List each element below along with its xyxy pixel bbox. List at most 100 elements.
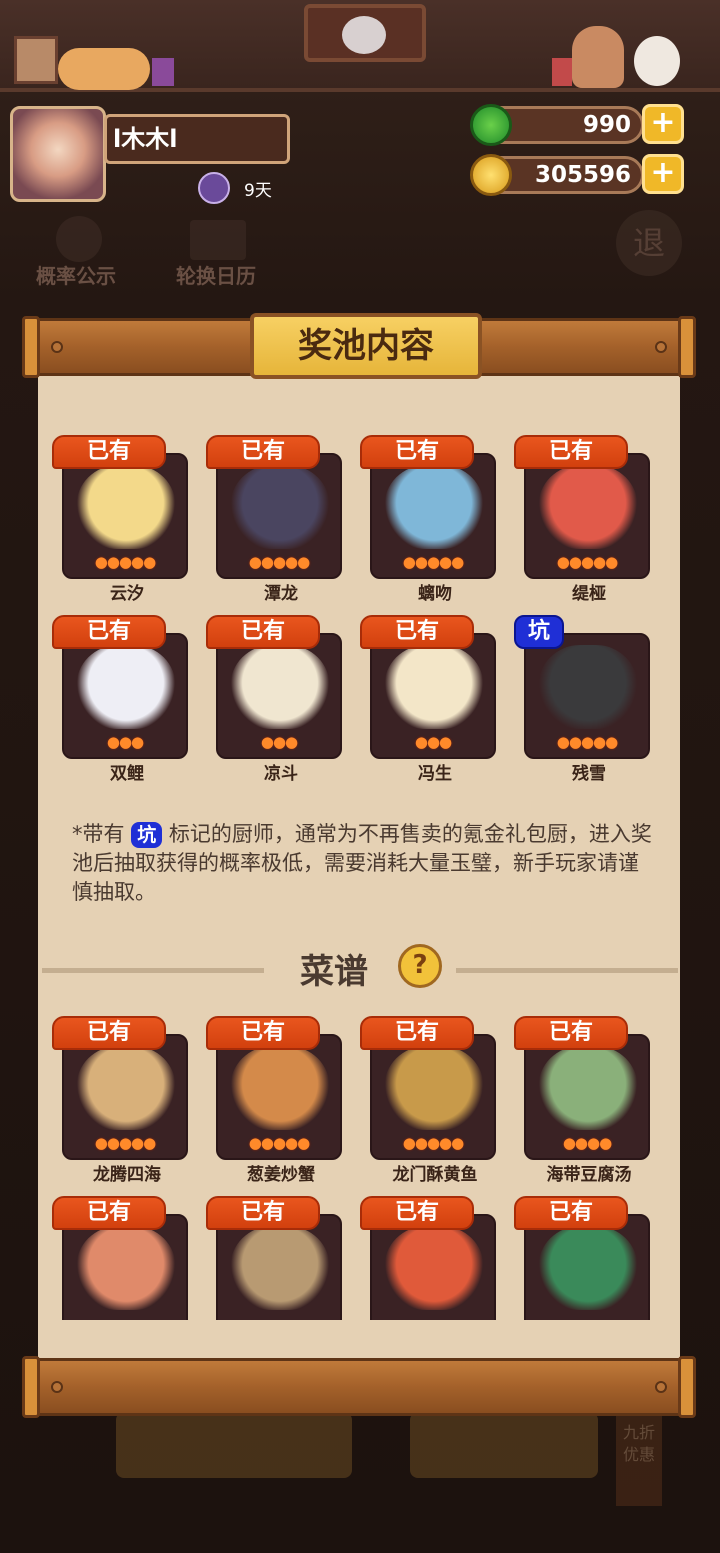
star-rating-icon: ●●● — [106, 733, 144, 751]
recipe-portrait-icon — [538, 1046, 638, 1130]
owned-badge: 已有 — [514, 435, 628, 469]
chef-name: 云汐 — [110, 584, 144, 604]
calendar-label: 轮换日历 — [176, 264, 256, 288]
star-rating-icon: ●●●●● — [556, 553, 618, 571]
recipe-item[interactable]: 已有 — [360, 1196, 500, 1320]
draw-once-button-bg — [116, 1412, 352, 1478]
recipe-item[interactable]: 已有 — [206, 1196, 346, 1320]
white-cat-icon — [634, 36, 680, 86]
chef-name: 缇桠 — [572, 584, 606, 604]
panel-title: 奖池内容 — [250, 313, 482, 379]
chef-item[interactable]: ●●● 已有 冯生 — [360, 615, 500, 784]
owned-badge: 已有 — [206, 1016, 320, 1050]
owned-badge: 已有 — [514, 1016, 628, 1050]
rod-cap-right — [678, 316, 696, 378]
owned-badge: 已有 — [360, 1016, 474, 1050]
frame-icon — [14, 36, 58, 84]
lantern-icon — [152, 58, 174, 86]
recipe-item[interactable]: ●●●●● 已有龙门酥黄鱼 — [360, 1016, 500, 1185]
recipe-item[interactable]: 已有 — [52, 1196, 192, 1320]
owned-badge: 已有 — [360, 615, 474, 649]
player-name: l木木l — [104, 114, 290, 164]
recipe-portrait-icon — [76, 1226, 176, 1310]
recipe-name: 龙腾四海 — [93, 1165, 161, 1185]
note-prefix: *带有 — [72, 822, 125, 846]
owned-badge: 已有 — [52, 1016, 166, 1050]
rod-cap-left — [22, 1356, 40, 1418]
chef-card: ●●●●● — [370, 453, 496, 579]
chef-portrait-icon — [76, 645, 176, 729]
recipe-name: 龙门酥黄鱼 — [392, 1165, 478, 1185]
recipe-item[interactable]: ●●●●● 已有龙腾四海 — [52, 1016, 192, 1185]
divider — [456, 968, 678, 973]
owned-badge: 已有 — [360, 435, 474, 469]
chef-name: 凉斗 — [264, 764, 298, 784]
add-jade-button[interactable]: + — [642, 104, 684, 144]
recipes-title: 菜谱 — [300, 952, 368, 992]
divider — [42, 968, 264, 973]
recipe-name: 海带豆腐汤 — [546, 1165, 632, 1185]
chef-portrait-icon — [76, 465, 176, 549]
star-rating-icon: ●●●●● — [94, 1134, 156, 1152]
chef-card: ●●● — [62, 633, 188, 759]
star-rating-icon: ●●● — [414, 733, 452, 751]
nail-icon — [51, 341, 63, 353]
calendar-icon — [190, 220, 246, 260]
orange-cat-icon — [58, 48, 150, 90]
recipe-item[interactable]: ●●●●● 已有葱姜炒蟹 — [206, 1016, 346, 1185]
recipe-name: 葱姜炒蟹 — [247, 1165, 315, 1185]
owned-badge: 已有 — [514, 1196, 628, 1230]
owned-badge: 已有 — [52, 615, 166, 649]
owned-badge: 已有 — [206, 435, 320, 469]
owned-badge: 已有 — [206, 615, 320, 649]
chef-name: 残雪 — [572, 764, 606, 784]
calendar-avatar-icon — [198, 172, 230, 204]
lantern-icon — [552, 58, 572, 86]
chef-item[interactable]: ●●●●● 已有 潭龙 — [206, 435, 346, 604]
nail-icon — [51, 1381, 63, 1393]
shop-sign-icon — [304, 4, 426, 62]
nail-icon — [655, 341, 667, 353]
recipe-card: ●●●●● — [370, 1034, 496, 1160]
owned-badge: 已有 — [52, 1196, 166, 1230]
help-icon[interactable]: ? — [398, 944, 442, 988]
nail-icon — [655, 1381, 667, 1393]
star-rating-icon: ●●●●● — [556, 733, 618, 751]
owned-badge: 已有 — [52, 435, 166, 469]
recipe-item[interactable]: ●●●● 已有 海带豆腐汤 — [514, 1016, 654, 1185]
chef-card: ●●●●● — [524, 453, 650, 579]
chef-portrait-icon — [384, 465, 484, 549]
chef-item[interactable]: ●●●●● 已有缇桠 — [514, 435, 654, 604]
jade-icon — [470, 104, 512, 146]
scroll-bottom-rod — [26, 1358, 692, 1416]
star-rating-icon: ●●●●● — [248, 1134, 310, 1152]
chef-item[interactable]: ●●●●● 坑残雪 — [514, 615, 654, 784]
coin-icon — [470, 154, 512, 196]
star-rating-icon: ●●●●● — [94, 553, 156, 571]
probability-label: 概率公示 — [36, 264, 116, 288]
recipe-item[interactable]: 已有 — [514, 1196, 654, 1320]
discount-tag: 九折优惠 — [616, 1414, 662, 1506]
rod-cap-left — [22, 316, 40, 378]
owned-badge: 已有 — [360, 1196, 474, 1230]
chef-npc-icon — [572, 26, 624, 88]
raccoon-mascot-icon — [342, 16, 386, 54]
add-coin-button[interactable]: + — [642, 154, 684, 194]
draw-ten-button-bg — [410, 1412, 598, 1478]
coin-value: 305596 — [534, 162, 631, 188]
chef-name: 螭吻 — [418, 584, 452, 604]
owned-badge: 已有 — [206, 1196, 320, 1230]
chef-card: ●●● — [370, 633, 496, 759]
chef-item[interactable]: ●●●●● 已有螭吻 — [360, 435, 500, 604]
chef-item[interactable]: ●●● 已有 双鲤 — [52, 615, 192, 784]
recipe-portrait-icon — [76, 1046, 176, 1130]
chef-card: ●●●●● — [524, 633, 650, 759]
recipe-card: ●●●●● — [216, 1034, 342, 1160]
star-rating-icon: ●●●●● — [248, 553, 310, 571]
recipe-card: ●●●●● — [62, 1034, 188, 1160]
chef-item[interactable]: ●●●●● 已有云汐 — [52, 435, 192, 604]
chef-portrait-icon — [538, 645, 638, 729]
player-avatar[interactable] — [10, 106, 106, 202]
chef-card: ●●●●● — [216, 453, 342, 579]
chef-item[interactable]: ●●● 已有 凉斗 — [206, 615, 346, 784]
